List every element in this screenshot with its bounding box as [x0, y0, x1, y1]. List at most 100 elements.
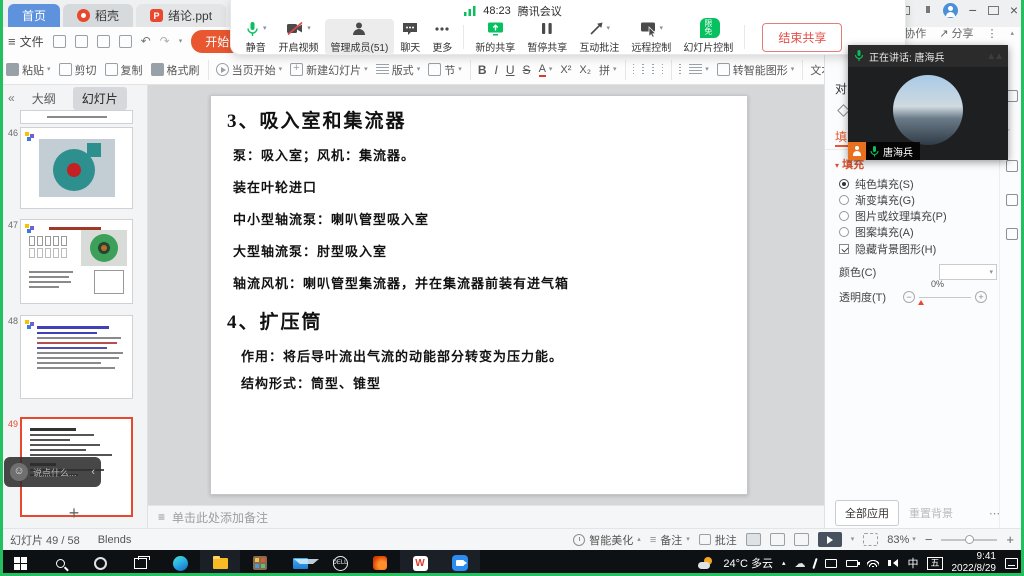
theme-name-button[interactable]: Blends — [98, 534, 132, 546]
numbered-list-button[interactable]: ▾ — [689, 64, 709, 75]
annotate-caret-icon[interactable]: ▾ — [607, 25, 611, 32]
fill-option-gradient[interactable]: 渐变填充(G) — [839, 192, 915, 208]
slideshow-play-button[interactable] — [818, 532, 842, 547]
section-button[interactable]: 节▾ — [428, 62, 462, 78]
slide-control-button[interactable]: 限免 幻灯片控制 — [677, 19, 739, 55]
format-painter-button[interactable]: 格式刷 — [151, 62, 200, 78]
tencent-meeting-toolbar[interactable]: 48:23 腾讯会议 ▾ 静音 ▾ 开启视频 管理成员(51) 聊天 更多 新的… — [230, 0, 906, 55]
align-left-icon[interactable] — [633, 64, 635, 75]
collapse-bubble-icon[interactable]: ‹ — [91, 466, 95, 478]
tab-slides[interactable]: 幻灯片 — [73, 87, 127, 110]
zoom-level-button[interactable]: 83%▾ — [887, 534, 916, 546]
apply-all-button[interactable]: 全部应用 — [835, 500, 899, 526]
slide-sorter-view-button[interactable] — [770, 533, 785, 546]
bullet-list-icon[interactable] — [679, 64, 681, 75]
hide-background-checkbox[interactable]: 隐藏背景图形(H) — [839, 241, 936, 257]
paste-button[interactable]: 粘贴▾ — [6, 62, 51, 78]
hidden-icons-caret-icon[interactable]: ▴ — [782, 560, 786, 567]
superscript-button[interactable]: X² — [560, 64, 571, 76]
align-center-icon[interactable] — [642, 64, 644, 75]
speaker-icon[interactable] — [888, 559, 898, 567]
save-icon[interactable] — [53, 35, 66, 48]
fill-option-pattern[interactable]: 图案填充(A) — [839, 224, 914, 240]
align-right-icon[interactable] — [652, 64, 654, 75]
cut-button[interactable]: 剪切 — [59, 62, 97, 78]
fit-slide-button[interactable] — [863, 533, 878, 546]
zoom-slider[interactable] — [941, 539, 997, 541]
slide-thumbnail-47[interactable] — [20, 219, 133, 304]
quickbar-caret-icon[interactable]: ▾ — [179, 38, 183, 45]
italic-button[interactable]: I — [495, 63, 498, 77]
bold-button[interactable]: B — [478, 63, 487, 77]
video-caret-icon[interactable]: ▾ — [307, 25, 311, 32]
ime-scheme-button[interactable]: 五 — [927, 557, 942, 570]
animation-icon[interactable] — [1006, 194, 1018, 206]
weather-text[interactable]: 24°C 多云 — [723, 555, 773, 571]
pen-tray-icon[interactable] — [813, 557, 818, 568]
more-button[interactable]: 更多 — [426, 19, 458, 55]
preview-icon[interactable] — [119, 35, 132, 48]
remote-control-button[interactable]: ▾ 远程控制 — [625, 19, 677, 55]
export-icon[interactable] — [75, 35, 88, 48]
notes-input[interactable]: ≡ 单击此处添加备注 — [148, 505, 824, 528]
meeting-video-panel[interactable]: 正在讲话: 唐海兵 ▲▲ 唐海兵 — [848, 45, 1008, 160]
start-video-button[interactable]: ▾ 开启视频 — [273, 19, 325, 55]
assistant-icon[interactable] — [1006, 228, 1018, 240]
ime-mode-button[interactable]: 中 — [907, 555, 918, 571]
opacity-plus-button[interactable]: + — [975, 291, 987, 303]
reset-background-button[interactable]: 重置背景 — [909, 505, 953, 521]
account-avatar[interactable] — [943, 3, 958, 18]
slide-thumbnail-48[interactable] — [20, 315, 133, 399]
layout-button[interactable]: 版式▾ — [376, 62, 421, 78]
onedrive-cloud-icon[interactable]: ☁ — [794, 557, 805, 570]
mute-caret-icon[interactable]: ▾ — [263, 25, 267, 32]
pinyin-button[interactable]: 拼▾ — [599, 62, 617, 78]
play-from-current-button[interactable]: 当页开始▾ — [216, 62, 283, 78]
zoom-knob[interactable] — [965, 535, 974, 544]
slide-thumbnail-partial[interactable] — [20, 110, 133, 124]
file-menu[interactable]: ≡文件 — [8, 33, 44, 50]
remote-caret-icon[interactable]: ▾ — [660, 25, 664, 32]
pause-share-button[interactable]: 暂停共享 — [521, 19, 573, 55]
zoom-in-button[interactable]: + — [1006, 532, 1014, 547]
comments-button[interactable]: 批注 — [699, 532, 737, 548]
weather-icon[interactable] — [698, 557, 714, 569]
meeting-quick-chat-bubble[interactable]: ☺ 说点什么... ‹ — [4, 457, 101, 487]
action-center-icon[interactable] — [1005, 558, 1018, 569]
clock[interactable]: 9:412022/8/29 — [952, 551, 997, 575]
play-options-caret-icon[interactable]: ▾ — [851, 536, 855, 543]
collapse-sidebar-icon[interactable]: « — [8, 91, 15, 105]
normal-view-button[interactable] — [746, 533, 761, 546]
opacity-slider[interactable] — [919, 297, 971, 298]
subscript-button[interactable]: X₂ — [579, 64, 591, 76]
strikethrough-button[interactable]: S — [523, 63, 531, 77]
redo-icon[interactable]: ↷ — [160, 34, 170, 48]
zoom-out-button[interactable]: − — [925, 532, 933, 547]
notes-toggle-button[interactable]: ≡备注▾ — [650, 532, 690, 548]
print-icon[interactable] — [97, 35, 110, 48]
close-button[interactable]: × — [1010, 2, 1018, 18]
battery-icon[interactable] — [846, 560, 858, 567]
fill-option-solid[interactable]: 纯色填充(S) — [839, 176, 914, 192]
maximize-button[interactable] — [988, 6, 999, 15]
color-dropdown[interactable]: ▾ — [939, 264, 997, 280]
smiley-icon[interactable]: ☺ — [10, 463, 28, 481]
share-button[interactable]: ↗分享 — [939, 25, 973, 41]
opacity-minus-button[interactable]: − — [903, 291, 915, 303]
undo-icon[interactable]: ↶ — [141, 34, 151, 48]
more-menu-icon[interactable]: ⋮ — [986, 27, 997, 40]
tab-docer[interactable]: 稻壳 — [63, 4, 133, 27]
fill-option-picture[interactable]: 图片或纹理填充(P) — [839, 208, 947, 224]
copy-button[interactable]: 复制 — [105, 62, 143, 78]
font-color-button[interactable]: A▾ — [539, 63, 553, 77]
tab-outline[interactable]: 大纲 — [23, 87, 65, 110]
minimize-button[interactable]: − — [969, 2, 977, 18]
underline-button[interactable]: U — [506, 63, 515, 77]
display-tray-icon[interactable] — [825, 559, 837, 568]
smart-graphic-button[interactable]: 转智能图形▾ — [717, 62, 795, 78]
reading-view-button[interactable] — [794, 533, 809, 546]
end-share-button[interactable]: 结束共享 — [762, 23, 842, 52]
smart-beautify-button[interactable]: 智能美化▴ — [573, 532, 641, 548]
new-share-button[interactable]: 新的共享 — [469, 19, 521, 55]
add-slide-button[interactable]: + — [0, 503, 148, 524]
